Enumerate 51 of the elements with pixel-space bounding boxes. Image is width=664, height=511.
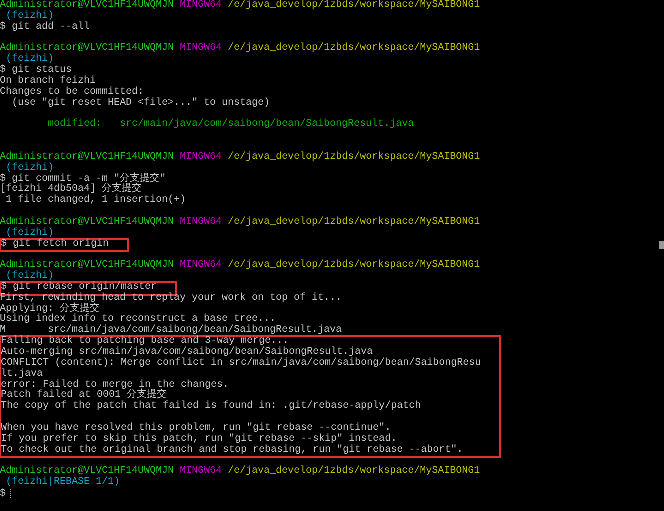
user-host: Administrator@VLVC1HF14UWQMJN (0, 43, 174, 54)
working-path: /e/java_develop/1zbds/workspace/MySAIBONG1 (228, 0, 480, 11)
user-host: Administrator@VLVC1HF14UWQMJN (0, 260, 174, 272)
output-line: [feizhi 4db50a4] 分支提交 (0, 184, 142, 196)
output-line: When you have resolved this problem, run "git rebase --continue". (1, 422, 392, 434)
shell-name: MINGW64 (180, 0, 222, 11)
working-path: /e/java_develop/1zbds/workspace/MySAIBONG1 (228, 152, 480, 163)
output-line: Falling back to patching base and 3-way merge... (1, 336, 290, 348)
branch-name: (feizhi) (6, 162, 54, 174)
output-line: First, rewinding head to replay your work on top of it... (0, 292, 342, 304)
scrollbar-thumb[interactable] (659, 241, 664, 249)
command-line: $ git add --all (0, 22, 90, 33)
user-host: Administrator@VLVC1HF14UWQMJN (0, 0, 174, 11)
command-line: $ git commit -a -m "分支提交" (0, 174, 166, 184)
output-line: CONFLICT (content): Merge conflict in src/main/java/com/saibong/bean/SaibongResu (1, 358, 482, 369)
output-line: M src/main/java/com/saibong/bean/SaibongResult.java (0, 325, 342, 336)
output-line: 1 file changed, 1 insertion(+) (5, 195, 186, 206)
output-line: To check out the original branch and stop rebasing, run "git rebase --abort". (1, 444, 464, 456)
branch-name: (feizhi) (6, 228, 54, 239)
output-line: The copy of the patch that failed is found in: .git/rebase-apply/patch (1, 401, 422, 412)
user-host: Administrator@VLVC1HF14UWQMJN (0, 152, 174, 163)
shell-name: MINGW64 (180, 466, 222, 478)
output-line: lt.java (1, 368, 44, 380)
output-line: On branch feizhi (0, 76, 96, 87)
shell-name: MINGW64 (180, 152, 222, 163)
output-line: Using index info to reconstruct a base tree... (0, 314, 276, 326)
output-line: Changes to be committed: (0, 86, 144, 98)
output-line: Auto-merging src/main/java/com/saibong/bean/SaibongResult.java (1, 347, 374, 358)
branch-name: (feizhi|REBASE 1/1) (6, 477, 120, 488)
working-path: /e/java_develop/1zbds/workspace/MySAIBONG1 (228, 43, 480, 54)
output-line: If you prefer to skip this patch, run "git rebase --skip" instead. (1, 434, 398, 445)
output-line: (use "git reset HEAD <file>..." to unstage) (12, 98, 270, 109)
working-path: /e/java_develop/1zbds/workspace/MySAIBONG1 (228, 466, 480, 478)
working-path: /e/java_develop/1zbds/workspace/MySAIBONG1 (228, 260, 480, 272)
working-path: /e/java_develop/1zbds/workspace/MySAIBONG1 (228, 216, 480, 228)
command-line: $ git rebase origin/master (1, 282, 158, 293)
shell-name: MINGW64 (180, 216, 222, 228)
user-host: Administrator@VLVC1HF14UWQMJN (0, 216, 174, 228)
shell-name: MINGW64 (180, 43, 222, 54)
branch-name: (feizhi) (6, 10, 54, 22)
modified-file: modified: src/main/java/com/saibong/bean/SaibongResult.java (47, 119, 414, 130)
prompt-sign: $ (0, 489, 6, 500)
command-line: $ git fetch origin (1, 238, 110, 250)
text-cursor (10, 488, 12, 498)
user-host: Administrator@VLVC1HF14UWQMJN (0, 466, 174, 478)
shell-name: MINGW64 (180, 260, 222, 272)
output-line: Applying: 分支提交 (0, 304, 100, 315)
branch-name: (feizhi) (6, 54, 54, 66)
command-line: $ git status (0, 65, 72, 76)
branch-name: (feizhi) (6, 271, 54, 282)
output-line: Patch failed at 0001 分支提交 (1, 390, 168, 402)
